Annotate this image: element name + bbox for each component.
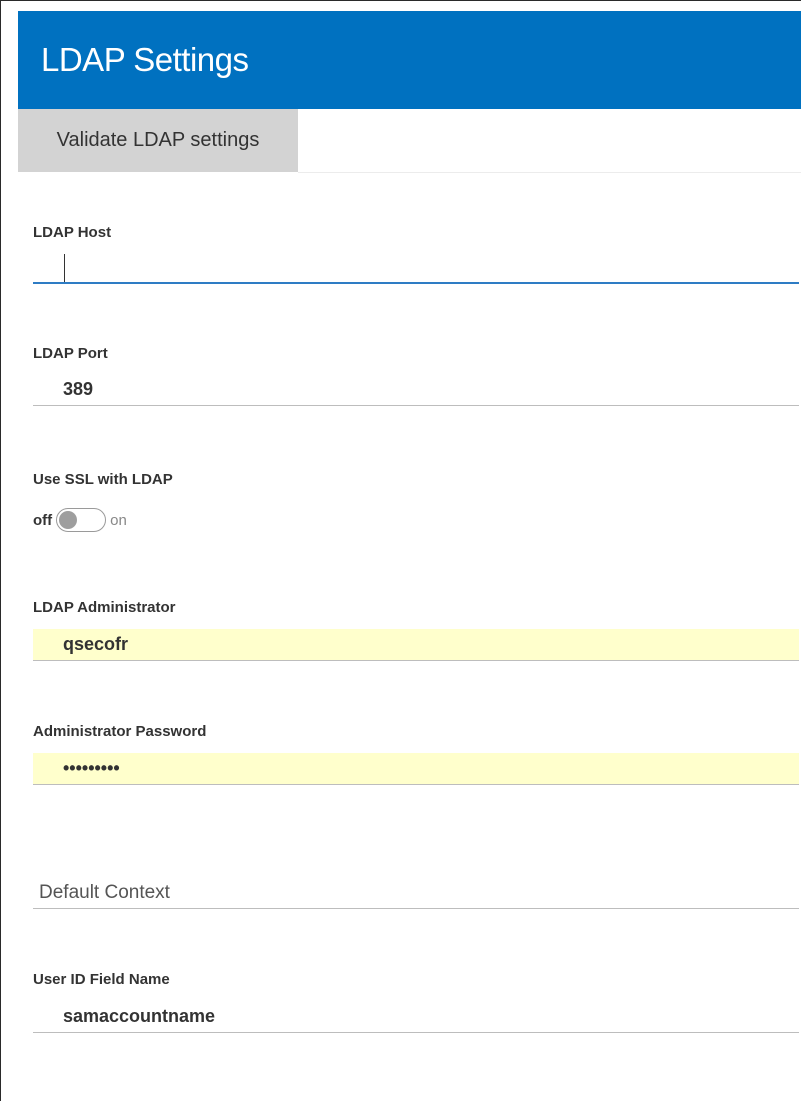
default-context-input[interactable] <box>33 877 799 909</box>
ldap-host-label: LDAP Host <box>33 224 112 241</box>
toggle-off-label: off <box>33 511 53 529</box>
administrator-password-label: Administrator Password <box>33 723 207 740</box>
user-id-field-name-input[interactable] <box>33 1001 799 1033</box>
ldap-host-input[interactable] <box>33 252 799 284</box>
text-caret <box>64 254 65 282</box>
use-ssl-toggle[interactable] <box>56 508 107 532</box>
ldap-administrator-input[interactable] <box>33 629 799 661</box>
user-id-field-name-label: User ID Field Name <box>33 971 170 988</box>
toggle-on-label: on <box>110 511 127 529</box>
toggle-knob <box>59 511 78 529</box>
ldap-administrator-label: LDAP Administrator <box>33 599 176 616</box>
settings-panel: LDAP Settings Validate LDAP settings LDA… <box>0 0 801 1101</box>
page-title: LDAP Settings <box>41 41 249 78</box>
ldap-port-label: LDAP Port <box>33 345 108 362</box>
toolbar-divider <box>298 172 801 173</box>
administrator-password-input[interactable] <box>33 753 799 785</box>
page-header: LDAP Settings <box>18 11 801 109</box>
validate-ldap-settings-button[interactable]: Validate LDAP settings <box>18 109 298 172</box>
use-ssl-toggle-row: off on <box>33 507 127 533</box>
ldap-port-input[interactable] <box>33 374 799 406</box>
use-ssl-label: Use SSL with LDAP <box>33 471 173 488</box>
